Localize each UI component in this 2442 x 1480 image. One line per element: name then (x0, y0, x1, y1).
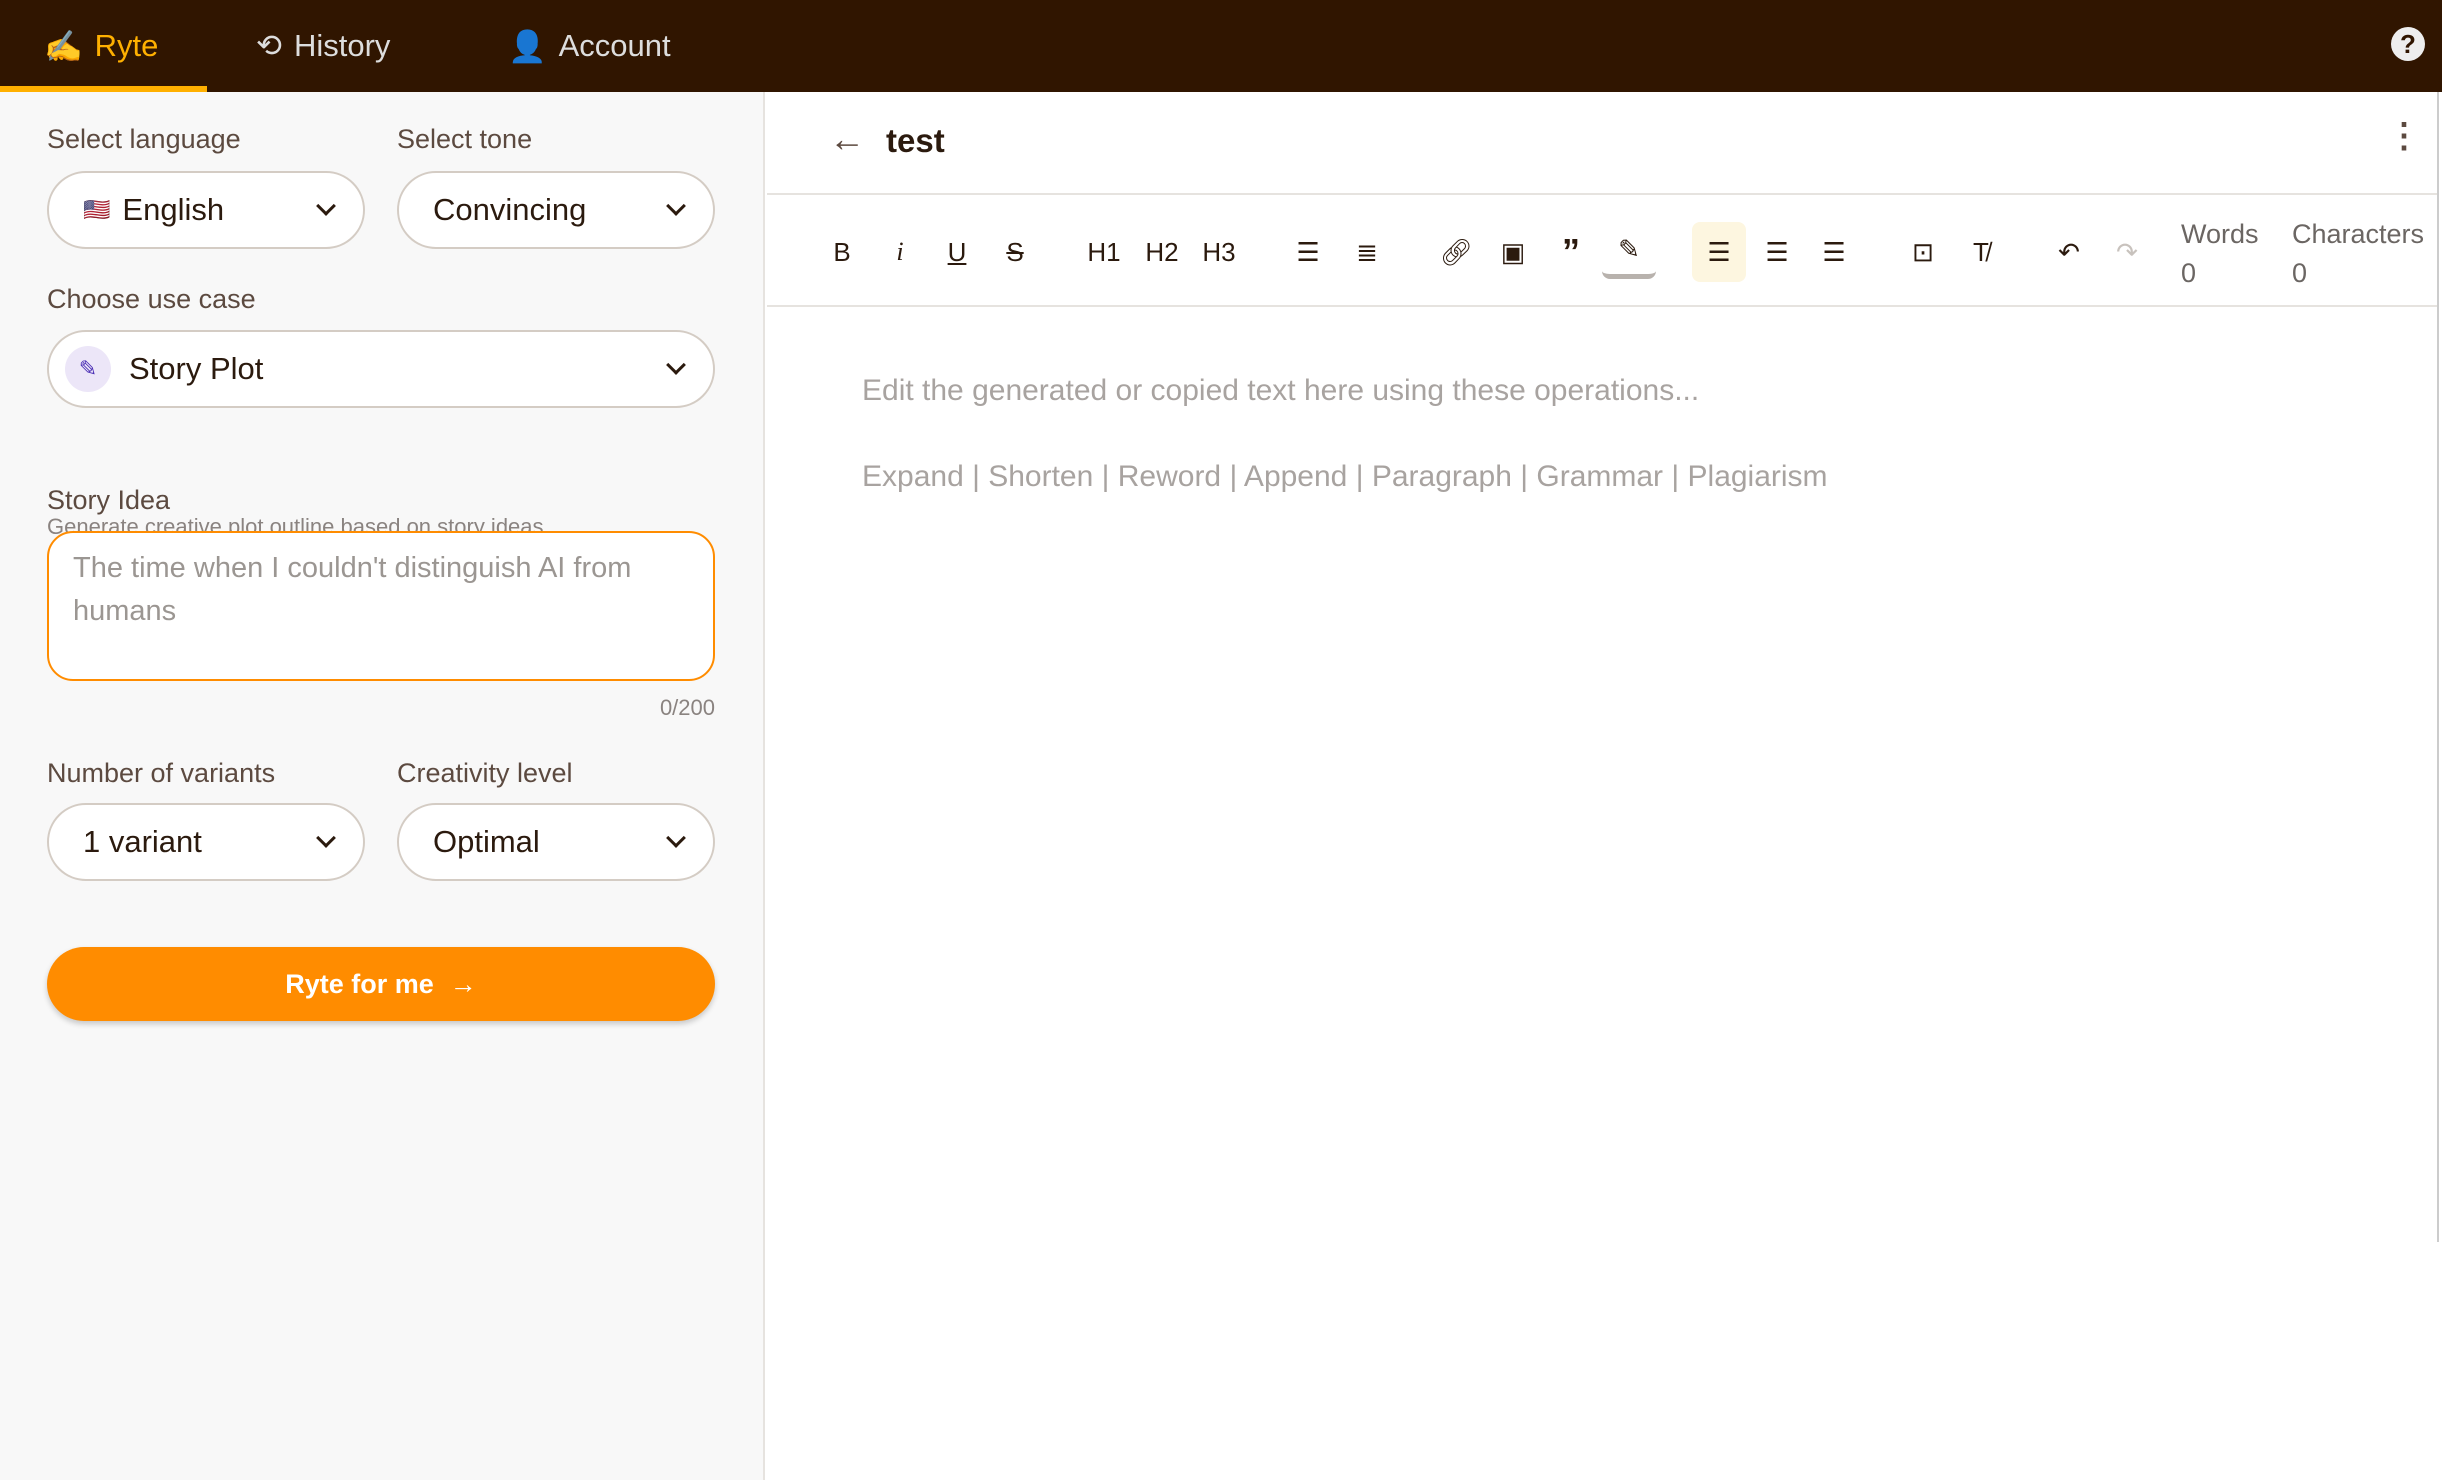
story-idea-input[interactable]: The time when I couldn't distinguish AI … (47, 531, 715, 681)
creativity-label: Creativity level (397, 758, 573, 788)
language-select[interactable]: 🇺🇸 English (47, 171, 365, 249)
arrow-right-icon: → (449, 968, 477, 999)
clear-format-icon[interactable]: T̸ (1954, 225, 2008, 279)
h2-button[interactable]: H2 (1135, 225, 1189, 279)
editor-placeholder[interactable]: Edit the generated or copied text here u… (862, 374, 1699, 408)
ryte-for-me-button[interactable]: Ryte for me → (47, 947, 715, 1021)
tone-label: Select tone (397, 124, 533, 154)
variants-label: Number of variants (47, 758, 276, 788)
use-case-select[interactable]: ✎ Story Plot (47, 330, 715, 408)
variants-select[interactable]: 1 variant (47, 803, 365, 881)
tab-account[interactable]: 👤 Account (508, 0, 671, 92)
back-arrow-icon[interactable]: ← (829, 118, 865, 160)
help-icon[interactable]: ? (2391, 27, 2425, 61)
h3-button[interactable]: H3 (1192, 225, 1246, 279)
top-nav: ✍ Ryte ⟲ History 👤 Account ? (0, 0, 2442, 92)
user-icon: 👤 (508, 28, 547, 64)
redo-icon[interactable]: ↷ (2100, 225, 2154, 279)
story-plot-icon: ✎ (65, 346, 111, 392)
chevron-down-icon (666, 355, 686, 375)
image-icon[interactable]: ▣ (1486, 225, 1540, 279)
h1-button[interactable]: H1 (1077, 225, 1131, 279)
editor-toolbar: B i U S H1 H2 H3 ☰ ≣ 🔗︎ ▣ ” ✎ ☰ ☰ ☰ ⊡ T̸… (767, 195, 2437, 307)
strikethrough-button[interactable]: S (988, 225, 1042, 279)
quote-icon[interactable]: ” (1544, 225, 1598, 279)
use-case-label: Choose use case (47, 284, 256, 314)
align-left-icon[interactable]: ☰ (1692, 222, 1746, 282)
tab-ryte[interactable]: ✍ Ryte (0, 0, 207, 92)
highlight-pen-icon[interactable]: ✎ (1602, 225, 1656, 279)
select-all-icon[interactable]: ⊡ (1896, 225, 1950, 279)
character-count: Characters 0 (2292, 219, 2425, 288)
chevron-down-icon (666, 828, 686, 848)
chevron-down-icon (316, 196, 336, 216)
link-icon[interactable]: 🔗︎ (1429, 225, 1483, 279)
bullet-list-icon[interactable]: ☰ (1281, 225, 1335, 279)
history-icon: ⟲ (256, 28, 282, 63)
word-count: Words 0 (2181, 219, 2259, 288)
align-center-icon[interactable]: ☰ (1750, 225, 1804, 279)
us-flag-icon: 🇺🇸 (83, 197, 111, 222)
align-right-icon[interactable]: ☰ (1807, 225, 1861, 279)
editor-header: ← test ⋮ (767, 92, 2437, 195)
editor-operations-hint: Expand | Shorten | Reword | Append | Par… (862, 460, 1828, 493)
tone-select[interactable]: Convincing (397, 171, 715, 249)
italic-button[interactable]: i (873, 225, 927, 279)
creativity-select[interactable]: Optimal (397, 803, 715, 881)
tab-history[interactable]: ⟲ History (256, 0, 390, 92)
chevron-down-icon (316, 828, 336, 848)
bold-button[interactable]: B (815, 225, 869, 279)
document-title[interactable]: test (886, 122, 945, 160)
scrollbar[interactable] (2437, 92, 2439, 1242)
ordered-list-icon[interactable]: ≣ (1340, 225, 1394, 279)
char-counter: 0/200 (659, 695, 715, 720)
language-label: Select language (47, 124, 241, 154)
undo-icon[interactable]: ↶ (2042, 225, 2096, 279)
underline-button[interactable]: U (930, 225, 984, 279)
writing-hand-icon: ✍ (44, 28, 83, 64)
story-idea-label: Story Idea (47, 485, 171, 515)
more-options-icon[interactable]: ⋮ (2387, 116, 2421, 156)
chevron-down-icon (666, 196, 686, 216)
generator-panel: Select language Select tone 🇺🇸 English C… (0, 92, 765, 1480)
